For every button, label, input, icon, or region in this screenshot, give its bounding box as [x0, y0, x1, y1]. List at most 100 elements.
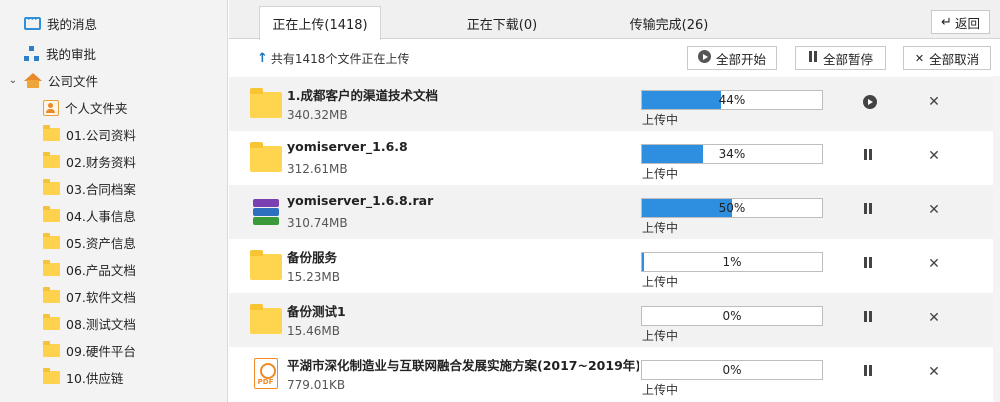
- tab-downloading[interactable]: 正在下载(0): [437, 6, 567, 40]
- cancel-all-label: 全部取消: [929, 51, 980, 67]
- progress-bar: 34%: [641, 144, 823, 164]
- sidebar-item-label: 06.产品文档: [66, 263, 136, 278]
- progress-text: 34%: [718, 147, 746, 161]
- file-size: 779.01KB: [287, 378, 346, 392]
- transfer-row[interactable]: yomiserver_1.6.8 312.61MB 34% 上传中 ✕: [229, 131, 993, 185]
- play-icon: [863, 95, 877, 109]
- rar-icon: [250, 196, 282, 228]
- file-transfer-window: 我的消息 我的审批 ⌄ 公司文件 个人文件夹 01.公司资料 02.财务资料: [0, 0, 1000, 402]
- progress-bar: 1%: [641, 252, 823, 272]
- tab-completed[interactable]: 传输完成(26): [604, 6, 734, 40]
- back-button-label: 返回: [954, 15, 980, 31]
- pause-button[interactable]: [863, 257, 879, 273]
- transfer-row[interactable]: yomiserver_1.6.8.rar 310.74MB 50% 上传中 ✕: [229, 185, 993, 239]
- sidebar-item-approvals[interactable]: 我的审批: [24, 40, 96, 67]
- close-icon: ✕: [928, 202, 940, 218]
- upload-summary: ↑ 共有1418个文件正在上传: [257, 50, 409, 67]
- sidebar-item-folder[interactable]: 01.公司资料: [43, 121, 136, 148]
- sidebar-item-label: 10.供应链: [66, 371, 124, 386]
- sidebar-item-label: 08.测试文档: [66, 317, 136, 332]
- cancel-button[interactable]: ✕: [926, 202, 942, 218]
- pause-all-label: 全部暂停: [822, 51, 873, 67]
- sidebar-item-label: 05.资产信息: [66, 236, 136, 251]
- scrollbar[interactable]: [993, 76, 1000, 402]
- file-size: 340.32MB: [287, 108, 348, 122]
- folder-icon: [250, 304, 282, 336]
- sidebar-item-folder[interactable]: 10.供应链: [43, 364, 123, 391]
- folder-icon: [43, 287, 60, 303]
- sidebar-item-label: 03.合同档案: [66, 182, 136, 197]
- return-icon: ↵: [941, 14, 952, 30]
- sidebar-item-folder[interactable]: 05.资产信息: [43, 229, 136, 256]
- folder-icon: [43, 341, 60, 357]
- folder-icon: [43, 206, 60, 222]
- pause-button[interactable]: [863, 365, 879, 381]
- folder-icon: [43, 233, 60, 249]
- cancel-button[interactable]: ✕: [926, 94, 942, 110]
- play-icon: [697, 50, 711, 63]
- sidebar-item-folder[interactable]: 09.硬件平台: [43, 337, 136, 364]
- approval-icon: [24, 46, 40, 61]
- close-icon: ✕: [928, 364, 940, 380]
- cancel-button[interactable]: ✕: [926, 256, 942, 272]
- cancel-button[interactable]: ✕: [926, 310, 942, 326]
- transfer-row[interactable]: 1.成都客户的渠道技术文档 340.32MB 44% 上传中 ✕: [229, 77, 993, 131]
- sidebar-item-label: 我的消息: [47, 17, 98, 32]
- folder-icon: [43, 152, 60, 168]
- pause-button[interactable]: [863, 311, 879, 327]
- folder-icon: [43, 179, 60, 195]
- cancel-all-button[interactable]: ✕ 全部取消: [903, 46, 991, 70]
- chevron-down-icon[interactable]: ⌄: [6, 75, 20, 86]
- file-name: 平湖市深化制造业与互联网融合发展实施方案(2017~2019年).pdf: [287, 358, 639, 373]
- transfer-row[interactable]: 备份服务 15.23MB 1% 上传中 ✕: [229, 239, 993, 293]
- pause-all-button[interactable]: 全部暂停: [795, 46, 886, 70]
- progress-bar: 0%: [641, 360, 823, 380]
- progress-text: 1%: [722, 255, 742, 269]
- sidebar-item-label: 07.软件文档: [66, 290, 136, 305]
- sidebar-item-personal-folder[interactable]: 个人文件夹: [43, 94, 128, 121]
- transfer-row[interactable]: 备份测试1 15.46MB 0% 上传中 ✕: [229, 293, 993, 347]
- pause-icon: [863, 311, 873, 322]
- pause-icon: [863, 365, 873, 376]
- file-size: 15.46MB: [287, 324, 340, 338]
- sidebar: 我的消息 我的审批 ⌄ 公司文件 个人文件夹 01.公司资料 02.财务资料: [0, 0, 228, 402]
- folder-icon: [250, 88, 282, 120]
- file-size: 310.74MB: [287, 216, 348, 230]
- close-icon: ✕: [914, 51, 925, 65]
- progress-text: 0%: [722, 309, 742, 323]
- pause-button[interactable]: [863, 149, 879, 165]
- sidebar-item-folder[interactable]: 06.产品文档: [43, 256, 136, 283]
- file-size: 15.23MB: [287, 270, 340, 284]
- folder-icon: [43, 314, 60, 330]
- file-size: 312.61MB: [287, 162, 348, 176]
- start-all-button[interactable]: 全部开始: [687, 46, 777, 70]
- file-name: 备份服务: [287, 250, 338, 265]
- sidebar-item-label: 09.硬件平台: [66, 344, 136, 359]
- tab-uploading[interactable]: 正在上传(1418): [259, 6, 381, 40]
- folder-icon: [250, 250, 282, 282]
- transfer-status: 上传中: [642, 221, 679, 235]
- sidebar-item-label: 个人文件夹: [65, 101, 128, 116]
- sidebar-item-folder[interactable]: 08.测试文档: [43, 310, 136, 337]
- progress-bar: 50%: [641, 198, 823, 218]
- close-icon: ✕: [928, 310, 940, 326]
- sidebar-item-label: 02.财务资料: [66, 155, 136, 170]
- close-icon: ✕: [928, 94, 940, 110]
- pause-icon: [863, 203, 873, 214]
- sidebar-item-folder[interactable]: 07.软件文档: [43, 283, 136, 310]
- sidebar-item-company-files[interactable]: ⌄ 公司文件: [6, 67, 98, 94]
- sidebar-item-messages[interactable]: 我的消息: [24, 10, 97, 37]
- folder-icon: [43, 368, 60, 384]
- back-button[interactable]: ↵ 返回: [931, 10, 990, 34]
- sidebar-item-folder[interactable]: 02.财务资料: [43, 148, 136, 175]
- sidebar-item-folder[interactable]: 04.人事信息: [43, 202, 136, 229]
- pause-button[interactable]: [863, 203, 879, 219]
- cancel-button[interactable]: ✕: [926, 364, 942, 380]
- message-icon: [24, 13, 41, 30]
- sidebar-item-folder[interactable]: 03.合同档案: [43, 175, 136, 202]
- close-icon: ✕: [928, 256, 940, 272]
- cancel-button[interactable]: ✕: [926, 148, 942, 164]
- transfer-row[interactable]: PDF 平湖市深化制造业与互联网融合发展实施方案(2017~2019年).pdf…: [229, 347, 993, 401]
- resume-button[interactable]: [863, 95, 879, 111]
- file-name: yomiserver_1.6.8.rar: [287, 193, 434, 208]
